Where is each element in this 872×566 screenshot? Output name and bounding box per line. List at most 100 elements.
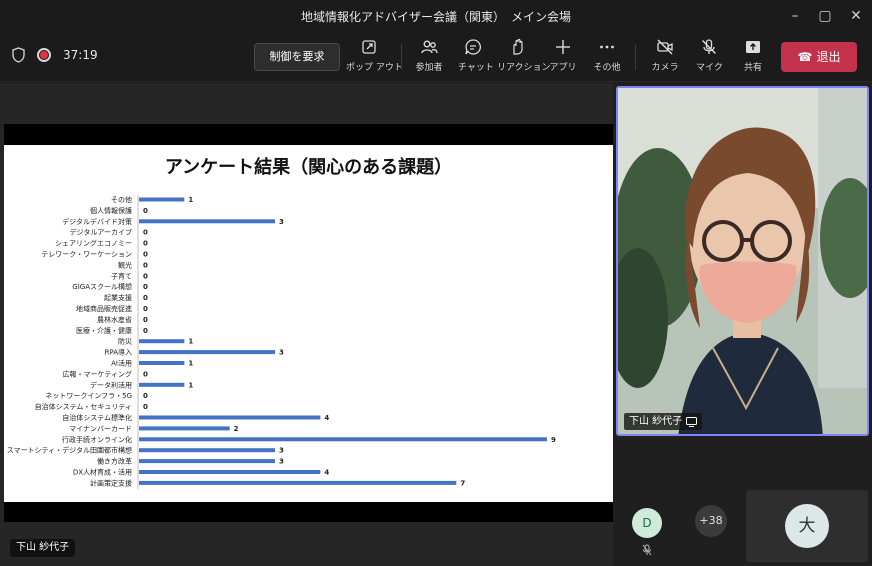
bar	[139, 382, 185, 387]
data-label: 0	[143, 261, 148, 269]
category-label: スマートシティ・デジタル田園都市構想	[7, 446, 132, 455]
data-label: 0	[143, 229, 148, 237]
toolbar-divider	[635, 44, 636, 70]
screen-share-indicator-icon	[686, 416, 698, 427]
participants-label: 参加者	[415, 63, 443, 73]
window-title: 地域情報化アドバイザー会議（関東） メイン会場	[300, 10, 571, 24]
more-label: その他	[593, 63, 621, 73]
data-label: 0	[143, 294, 148, 302]
data-label: 1	[188, 360, 193, 368]
apps-label: アプリ	[549, 63, 577, 73]
muted-mic-icon	[642, 544, 652, 556]
camera-button[interactable]: カメラ	[651, 38, 679, 78]
category-label: 自治体システム・セキュリティ	[35, 402, 132, 411]
participant-video-image	[618, 88, 867, 434]
close-icon[interactable]: ✕	[843, 4, 869, 28]
reaction-button[interactable]: リアクション	[497, 38, 551, 78]
reaction-icon	[513, 38, 523, 55]
bar	[139, 448, 275, 453]
toolbar-divider	[401, 44, 402, 70]
participant-avatar-d[interactable]: D	[632, 508, 662, 538]
category-label: マイナンバーカード	[69, 425, 132, 433]
category-label: シェアリングエコノミー	[55, 239, 132, 248]
data-label: 1	[188, 381, 193, 389]
category-label: RPA導入	[105, 348, 132, 357]
leave-button[interactable]: ☎ 退出	[781, 42, 857, 72]
bar	[139, 480, 457, 485]
category-label: GIGAスクール構想	[72, 282, 132, 291]
shared-slide: アンケート結果（関心のある課題） その他 1 個人情報保護 0 デジタルデバイド対策 3 デ…	[4, 145, 613, 502]
data-label: 9	[551, 436, 556, 444]
video-name-label: 下山 紗代子	[629, 416, 683, 427]
phone-hangup-icon: ☎	[797, 50, 813, 64]
apps-button[interactable]: アプリ	[549, 38, 577, 78]
data-label: 4	[324, 414, 329, 422]
mic-off-icon	[702, 39, 716, 54]
category-label: 行政手続オンライン化	[62, 435, 132, 444]
category-label: デジタルデバイド対策	[62, 217, 132, 226]
popout-label: ポップ アウト	[346, 63, 403, 73]
category-label: DX人材育成・活用	[73, 468, 132, 477]
data-label: 0	[143, 283, 148, 291]
chat-label: チャット	[458, 63, 494, 73]
bar	[139, 361, 185, 365]
share-icon	[746, 41, 760, 53]
bar	[139, 197, 185, 202]
minimize-icon[interactable]: –	[782, 4, 808, 28]
bar	[139, 459, 275, 464]
participants-icon	[421, 40, 438, 54]
bar	[139, 426, 230, 431]
reaction-label: リアクション	[497, 63, 551, 73]
category-label: 起業支援	[104, 293, 132, 302]
mic-button[interactable]: マイク	[696, 38, 723, 78]
category-label: AI活用	[111, 359, 132, 368]
category-label: その他	[111, 195, 132, 204]
data-label: 0	[143, 403, 148, 411]
data-label: 1	[188, 196, 193, 204]
data-label: 4	[324, 469, 329, 477]
video-name-tag: 下山 紗代子	[624, 413, 703, 430]
more-participants-count[interactable]: +38	[695, 505, 727, 537]
chat-button[interactable]: チャット	[458, 38, 494, 78]
data-label: 0	[143, 327, 148, 335]
data-label: 7	[460, 479, 465, 487]
data-label: 3	[279, 447, 284, 455]
title-bar: 地域情報化アドバイザー会議（関東） メイン会場 – ▢ ✕	[0, 0, 872, 32]
maximize-icon[interactable]: ▢	[812, 4, 838, 28]
bar	[139, 437, 547, 442]
category-label: 防災	[118, 337, 132, 346]
category-label: 計画策定支援	[90, 478, 132, 487]
category-label: 子育て	[111, 271, 132, 280]
data-label: 0	[143, 251, 148, 259]
camera-label: カメラ	[651, 63, 679, 73]
category-label: デジタルアーカイブ	[70, 228, 132, 237]
popout-icon	[362, 40, 376, 54]
chat-icon	[465, 39, 481, 55]
popout-button[interactable]: ポップ アウト	[346, 38, 403, 78]
participant-avatar-dai: 大	[785, 504, 829, 548]
bar	[139, 350, 275, 355]
plus-icon	[556, 40, 570, 54]
participant-video[interactable]	[616, 86, 869, 436]
data-label: 1	[188, 338, 193, 346]
bar	[139, 470, 321, 474]
camera-off-icon	[657, 39, 673, 55]
category-label: ネットワークインフラ・5G	[45, 392, 132, 400]
more-button[interactable]: その他	[592, 38, 622, 78]
data-label: 0	[143, 305, 148, 313]
request-control-button[interactable]: 制御を要求	[254, 43, 340, 71]
category-label: 広報・マーケティング	[63, 369, 132, 378]
data-label: 0	[143, 370, 148, 378]
data-label: 0	[143, 207, 148, 215]
category-label: 地域商品販売促進	[76, 304, 132, 313]
participants-button[interactable]: 参加者	[412, 38, 446, 78]
bar	[139, 415, 321, 420]
data-label: 3	[279, 458, 284, 466]
recording-icon	[37, 48, 51, 62]
data-label: 0	[143, 240, 148, 248]
share-button[interactable]: 共有	[740, 38, 766, 78]
shield-icon	[12, 47, 25, 63]
category-label: 医療・介護・健康	[76, 326, 132, 335]
leave-label: 退出	[816, 50, 841, 64]
bar-chart: その他 1 個人情報保護 0 デジタルデバイド対策 3 デジタルアーカイブ 0 シェアリングエコ…	[7, 195, 556, 490]
